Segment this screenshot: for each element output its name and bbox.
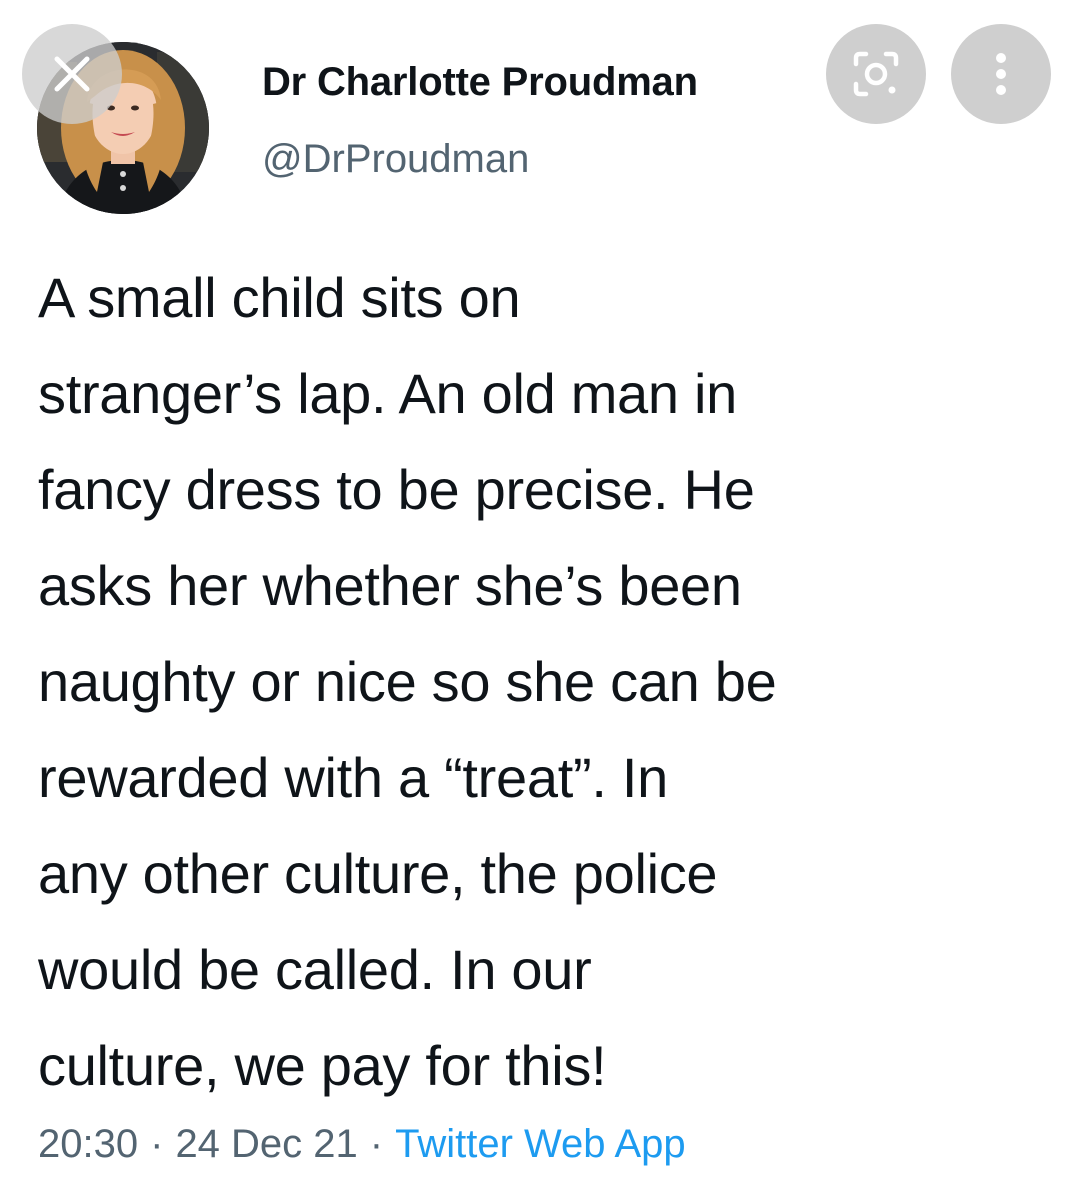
lens-icon xyxy=(853,51,899,97)
tweet-text: A small child sits on stranger’s lap. An… xyxy=(38,266,777,1097)
author-display-name[interactable]: Dr Charlotte Proudman xyxy=(262,60,698,105)
lens-button[interactable] xyxy=(826,24,926,124)
tweet-meta: 20:30 · 24 Dec 21 · Twitter Web App xyxy=(38,1122,686,1167)
meta-separator: · xyxy=(369,1122,384,1166)
tweet-source-link[interactable]: Twitter Web App xyxy=(395,1122,686,1167)
more-options-button[interactable] xyxy=(951,24,1051,124)
meta-separator: · xyxy=(150,1122,164,1166)
author-handle[interactable]: @DrProudman xyxy=(262,137,529,182)
close-icon xyxy=(54,56,90,92)
tweet-date[interactable]: 24 Dec 21 xyxy=(175,1122,357,1167)
tweet-time[interactable]: 20:30 xyxy=(38,1122,138,1167)
more-vertical-icon xyxy=(996,53,1006,95)
tweet-card: Dr Charlotte Proudman @DrProudman A smal… xyxy=(0,0,1072,1201)
close-button[interactable] xyxy=(22,24,122,124)
